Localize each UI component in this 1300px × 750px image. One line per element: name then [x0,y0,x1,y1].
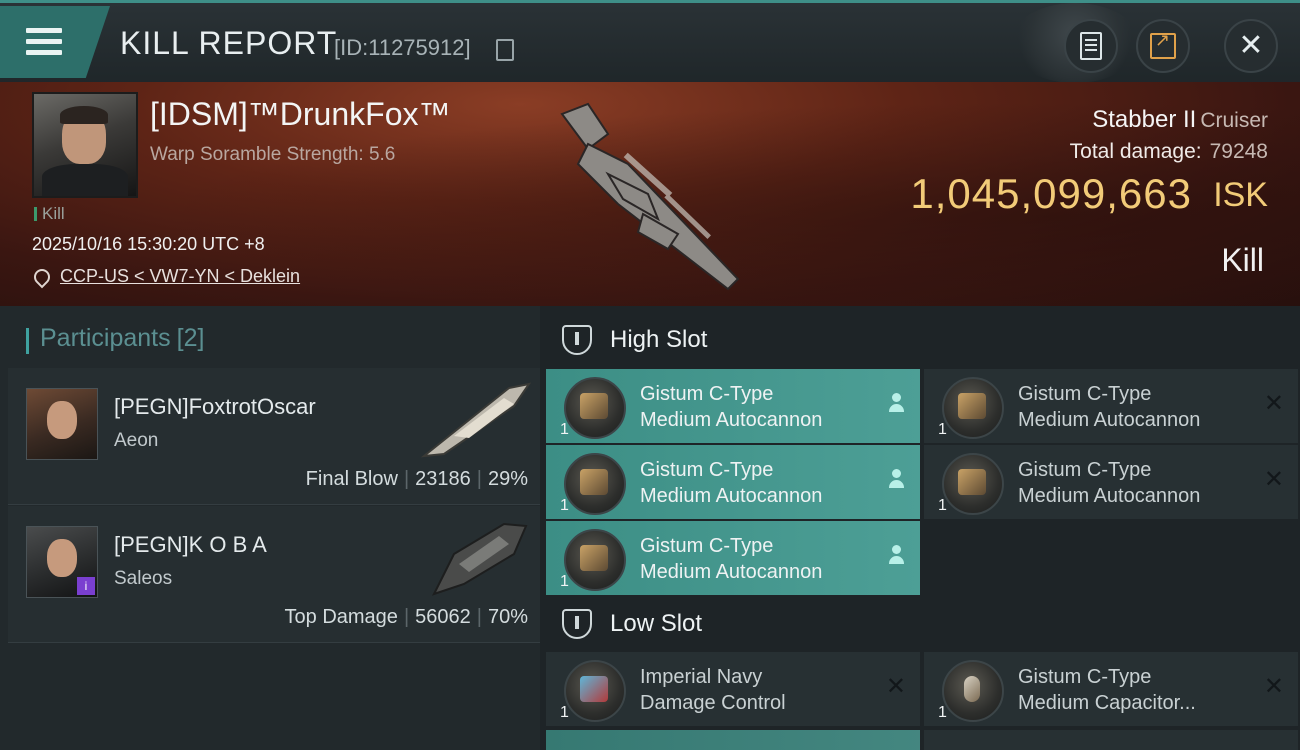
pilot-icon [888,469,904,489]
autocannon-icon [942,377,1004,439]
autocannon-icon [942,453,1004,515]
x-icon: ✕ [1263,673,1284,700]
close-button[interactable]: ✕ [1224,19,1278,73]
module-slot[interactable]: 1 Gistum C-Type Medium Autocannon [546,445,920,519]
module-name: Gistum C-Type Medium Autocannon [640,535,823,583]
participants-label: Participants [40,324,171,352]
page-title: KILL REPORT [120,25,338,61]
low-slot-label: Low Slot [610,610,703,637]
module-name: Gistum C-Type Medium Autocannon [1018,459,1201,507]
participant-row[interactable]: [PEGN]FoxtrotOscar Aeon Final Blow | 23186… [8,368,540,505]
hamburger-icon[interactable] [26,28,62,58]
avatar[interactable] [26,388,98,460]
module-slot-partial[interactable] [546,730,920,750]
module-quantity: 1 [560,497,569,514]
participant-damage: 23186 [415,468,471,490]
module-quantity: 1 [560,421,569,438]
kill-id: [ID:11275912] [334,35,471,60]
fitting-panel: High Slot 1 Gistum C-Type Medium Autocann… [540,306,1300,750]
high-slot-header: High Slot [562,320,707,360]
clipboard-icon [1080,32,1102,60]
participants-count: [2] [176,324,205,352]
participant-name: [PEGN]FoxtrotOscar [114,394,316,419]
total-damage: Total damage: 79248 [1070,140,1268,164]
participant-ship: Aeon [114,430,159,451]
victim-banner: [IDSM]™DrunkFox™ Warp Soramble Strength:… [0,82,1300,306]
participants-panel: Participants [2] [PEGN]FoxtrotOscar Aeon … [0,306,540,750]
total-damage-label: Total damage: [1069,140,1202,163]
module-name: Gistum C-Type Medium Capacitor... [1018,666,1196,714]
top-bar: KILL REPORT [ID:11275912] ✕ [0,0,1300,85]
module-quantity: 1 [560,573,569,590]
participant-ship-image [432,522,528,596]
victim-ship-image[interactable] [548,94,758,294]
isk-value: 1,045,099,663 [910,170,1192,217]
participant-role: Final Blow [305,468,398,490]
capacitor-icon [942,660,1004,722]
copy-icon[interactable] [496,39,514,61]
participant-ship: Saleos [114,568,173,589]
module-slot[interactable]: 1 Gistum C-Type Medium Autocannon [546,521,920,595]
total-damage-value: 79248 [1209,140,1268,163]
module-slot[interactable]: 1 Gistum C-Type Medium Autocannon [546,369,920,443]
participants-header: Participants [2] [26,324,205,354]
pilot-icon [888,393,904,413]
participant-stats: Top Damage | 56062 | 70% [284,606,528,628]
module-name: Gistum C-Type Medium Autocannon [640,383,823,431]
share-icon [1150,30,1176,59]
module-quantity: 1 [560,704,569,721]
close-icon: ✕ [1238,29,1264,62]
module-slot[interactable]: 1 Gistum C-Type Medium Autocannon ✕ [924,369,1298,443]
x-icon: ✕ [1263,466,1284,493]
clipboard-button[interactable] [1064,19,1118,73]
participant-stats: Final Blow | 23186 | 29% [305,468,528,490]
pilot-icon [888,545,904,565]
module-quantity: 1 [938,421,947,438]
module-name: Gistum C-Type Medium Autocannon [640,459,823,507]
high-slot-icon [562,325,592,355]
avatar[interactable]: i [26,526,98,598]
result-label: Kill [1221,242,1264,278]
autocannon-icon [564,377,626,439]
module-name: Imperial Navy Damage Control [640,666,786,714]
module-name: Gistum C-Type Medium Autocannon [1018,383,1201,431]
module-slot[interactable]: 1 Gistum C-Type Medium Capacitor... ✕ [924,652,1298,726]
victim-ship-name: Stabber II Cruiser [1092,106,1268,134]
participant-name: [PEGN]K O B A [114,532,267,557]
x-icon: ✕ [1263,390,1284,417]
kill-datetime: 2025/10/16 15:30:20 UTC +8 [32,234,265,254]
participant-row[interactable]: i [PEGN]K O B A Saleos Top Damage | 56062 |… [8,506,540,643]
autocannon-icon [564,529,626,591]
x-icon: ✕ [885,673,906,700]
map-pin-icon [30,265,54,288]
participant-percent: 70% [487,606,528,628]
ship-name-text: Stabber II [1092,106,1197,133]
kill-location[interactable]: CCP-US < VW7-YN < Deklein [30,265,300,288]
module-slot-partial[interactable] [924,730,1298,750]
participant-damage: 56062 [415,606,471,628]
autocannon-icon [564,453,626,515]
share-button[interactable] [1136,19,1190,73]
menu-button[interactable] [0,6,110,78]
participant-ship-image [420,382,532,458]
participant-percent: 29% [487,468,528,490]
module-quantity: 1 [938,497,947,514]
module-quantity: 1 [938,704,947,721]
participant-role: Top Damage [284,606,398,628]
module-slot[interactable]: 1 Imperial Navy Damage Control ✕ [546,652,920,726]
victim-name[interactable]: [IDSM]™DrunkFox™ [150,96,450,133]
high-slot-label: High Slot [610,326,708,353]
ship-class: Cruiser [1200,109,1268,132]
low-slot-icon [562,609,592,639]
isk-unit: ISK [1213,176,1268,214]
damage-control-icon [564,660,626,722]
info-badge-icon: i [77,577,95,595]
module-slot[interactable]: 1 Gistum C-Type Medium Autocannon ✕ [924,445,1298,519]
low-slot-header: Low Slot [562,604,702,644]
location-link[interactable]: CCP-US < VW7-YN < Deklein [60,266,300,287]
victim-subtitle: Warp Soramble Strength: 5.6 [150,144,396,165]
kill-tag: Kill [34,204,65,224]
victim-portrait[interactable] [32,92,138,198]
